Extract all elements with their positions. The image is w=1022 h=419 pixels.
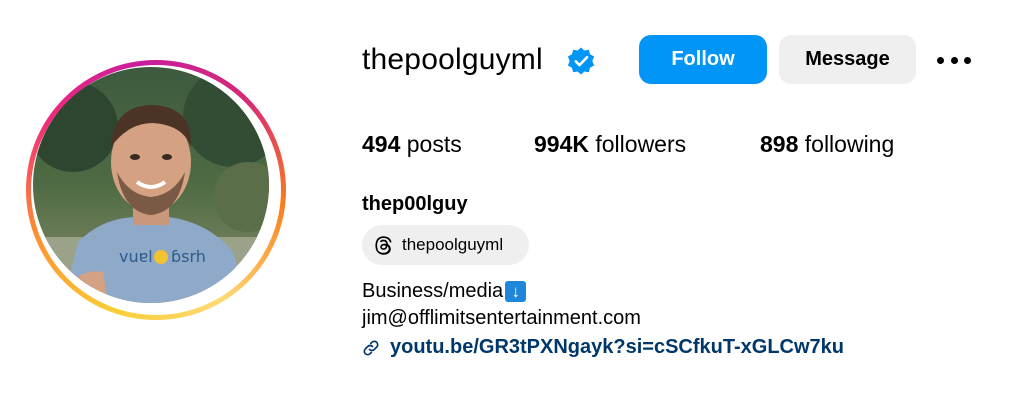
avatar-story-ring[interactable]: vuɐl ɓsrh xyxy=(26,60,286,320)
message-button[interactable]: Message xyxy=(779,35,916,84)
threads-handle: thepoolguyml xyxy=(402,235,504,254)
link-icon xyxy=(363,340,379,355)
down-arrow-emoji-icon: ↓ xyxy=(505,281,527,302)
bio-email: jim@offlimitsentertainment.com xyxy=(362,307,641,329)
more-dot xyxy=(950,56,958,64)
posts-stat: 494 posts xyxy=(362,128,462,160)
svg-text:vuɐl: vuɐl xyxy=(119,247,153,266)
bio-text: Business/media xyxy=(362,280,504,302)
display-name: thep00lguy xyxy=(362,193,468,215)
threads-badge[interactable]: thepoolguyml xyxy=(362,225,529,265)
profile-bio: Business/media ↓ jim@offlimitsentertainm… xyxy=(362,278,641,332)
posts-label: posts xyxy=(406,131,462,157)
threads-icon xyxy=(375,236,392,255)
avatar[interactable]: vuɐl ɓsrh xyxy=(33,67,269,303)
profile-username: thepoolguyml xyxy=(362,43,543,76)
following-label: following xyxy=(804,131,895,157)
bio-external-link[interactable]: youtu.be/GR3tPXNgayk?si=cSCfkuT-xGLCw7ku xyxy=(390,334,844,361)
follow-button[interactable]: Follow xyxy=(639,35,767,84)
verified-badge-icon xyxy=(567,47,595,75)
svg-text:ɓsrh: ɓsrh xyxy=(171,247,206,266)
bio-line-2: jim@offlimitsentertainment.com xyxy=(362,305,641,332)
bio-link-row[interactable]: youtu.be/GR3tPXNgayk?si=cSCfkuT-xGLCw7ku xyxy=(362,334,844,361)
followers-label: followers xyxy=(595,131,687,157)
followers-count: 994K xyxy=(534,131,589,157)
followers-stat[interactable]: 994K followers xyxy=(534,128,686,160)
posts-count: 494 xyxy=(362,131,401,157)
more-dot xyxy=(937,56,944,64)
bio-line-1: Business/media ↓ xyxy=(362,278,641,305)
more-options-icon[interactable] xyxy=(934,48,974,72)
avatar-photo-illustration: vuɐl ɓsrh xyxy=(33,67,269,303)
following-stat[interactable]: 898 following xyxy=(760,128,894,160)
following-count: 898 xyxy=(760,131,799,157)
more-dot xyxy=(964,56,971,64)
